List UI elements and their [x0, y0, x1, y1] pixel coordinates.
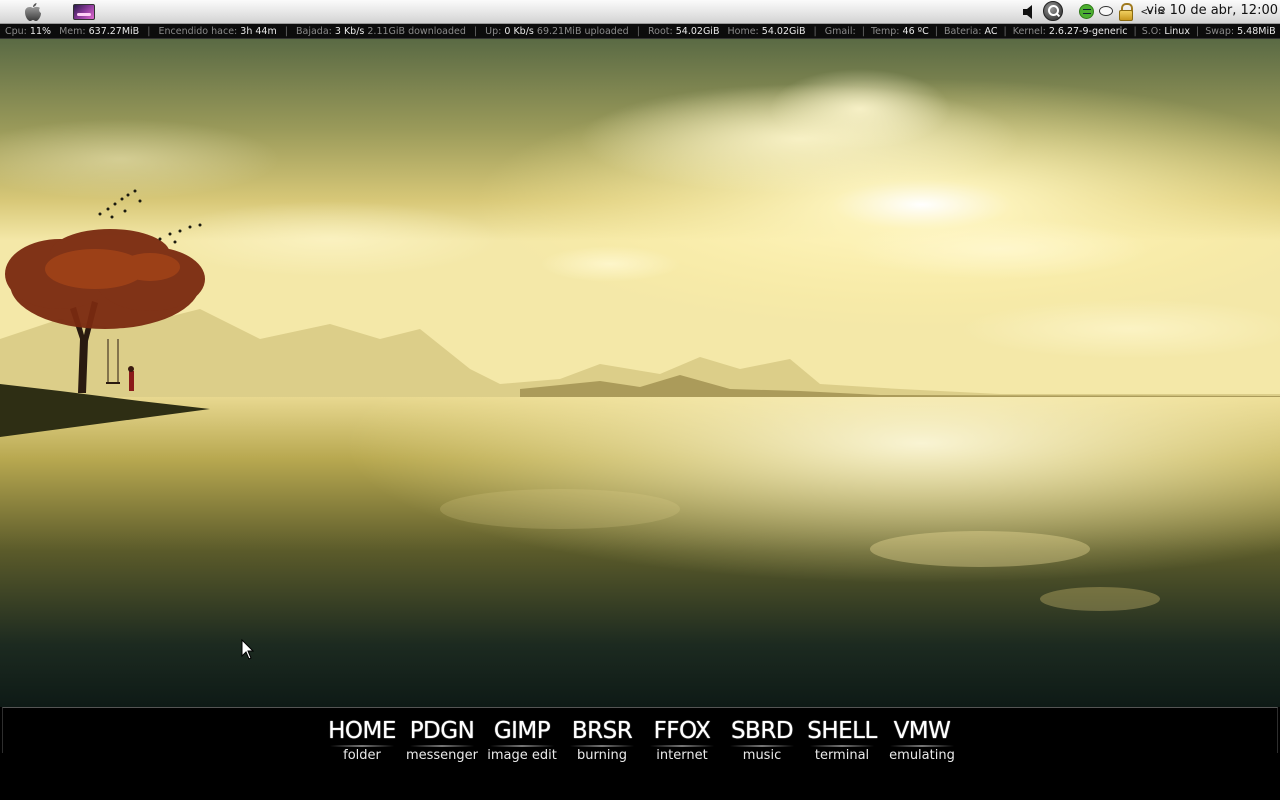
- launcher-brasero[interactable]: BRSR burning: [562, 717, 642, 777]
- desktop-switcher-icon[interactable]: [73, 4, 95, 20]
- gmail-stat: Gmail:: [824, 26, 856, 37]
- launcher-songbird[interactable]: SBRD music: [722, 717, 802, 777]
- volume-icon[interactable]: [1022, 3, 1036, 21]
- separator: |: [934, 26, 938, 37]
- separator: |: [1133, 26, 1137, 37]
- home-disk-stat: Home: 54.02GiB: [727, 26, 806, 37]
- clock[interactable]: vie 10 de abr, 12:00: [1146, 3, 1278, 18]
- separator: |: [473, 26, 478, 37]
- search-icon[interactable]: [1043, 1, 1063, 21]
- cpu-stat: Cpu: 11%: [5, 26, 52, 37]
- launcher-firefox[interactable]: FFOX internet: [642, 717, 722, 777]
- apple-logo-icon[interactable]: [22, 2, 44, 22]
- kernel-stat: Kernel: 2.6.27-9-generic: [1012, 26, 1128, 37]
- lock-icon[interactable]: [1118, 3, 1134, 21]
- swap-stat: Swap: 5.48MiB: [1205, 26, 1276, 37]
- battery-stat: Bateria: AC: [944, 26, 998, 37]
- separator: |: [284, 26, 288, 37]
- mouse-cursor-icon: [241, 639, 255, 660]
- separator: |: [813, 26, 817, 37]
- launcher-vmware[interactable]: VMW emulating: [882, 717, 962, 777]
- separator: |: [861, 26, 865, 37]
- download-stat: Bajada: 3 Kb/s 2.11GiB downloaded: [295, 26, 466, 37]
- separator: |: [147, 26, 151, 37]
- desktop-wallpaper[interactable]: [0, 39, 1280, 707]
- os-stat: S.O: Linux: [1141, 26, 1190, 37]
- system-monitor-bar: Cpu: 11% Mem: 637.27MiB | Encendido hace…: [0, 24, 1280, 39]
- top-menu-bar: <··> vie 10 de abr, 12:00: [0, 0, 1280, 24]
- launcher-shell[interactable]: SHELL terminal: [802, 717, 882, 777]
- uptime-stat: Encendido hace: 3h 44m: [158, 26, 277, 37]
- mem-stat: Mem: 637.27MiB: [59, 26, 140, 37]
- launcher-pidgin[interactable]: PDGN messenger: [402, 717, 482, 777]
- launcher-home[interactable]: HOME folder: [322, 717, 402, 777]
- separator: |: [636, 26, 640, 37]
- root-disk-stat: Root: 54.02GiB: [647, 26, 720, 37]
- temperature-stat: Temp: 46 ºC: [870, 26, 929, 37]
- launcher-dock: HOME folder PDGN messenger GIMP image ed…: [0, 707, 1280, 800]
- launcher-gimp[interactable]: GIMP image edit: [482, 717, 562, 777]
- lake-sunset-scene: [0, 39, 1280, 707]
- separator: |: [1195, 26, 1200, 37]
- spotify-icon[interactable]: [1079, 4, 1094, 19]
- upload-stat: Up: 0 Kb/s 69.21MiB uploaded: [485, 26, 629, 37]
- launcher-list: HOME folder PDGN messenger GIMP image ed…: [322, 717, 962, 777]
- chat-icon[interactable]: [1099, 6, 1113, 16]
- separator: |: [1003, 26, 1007, 37]
